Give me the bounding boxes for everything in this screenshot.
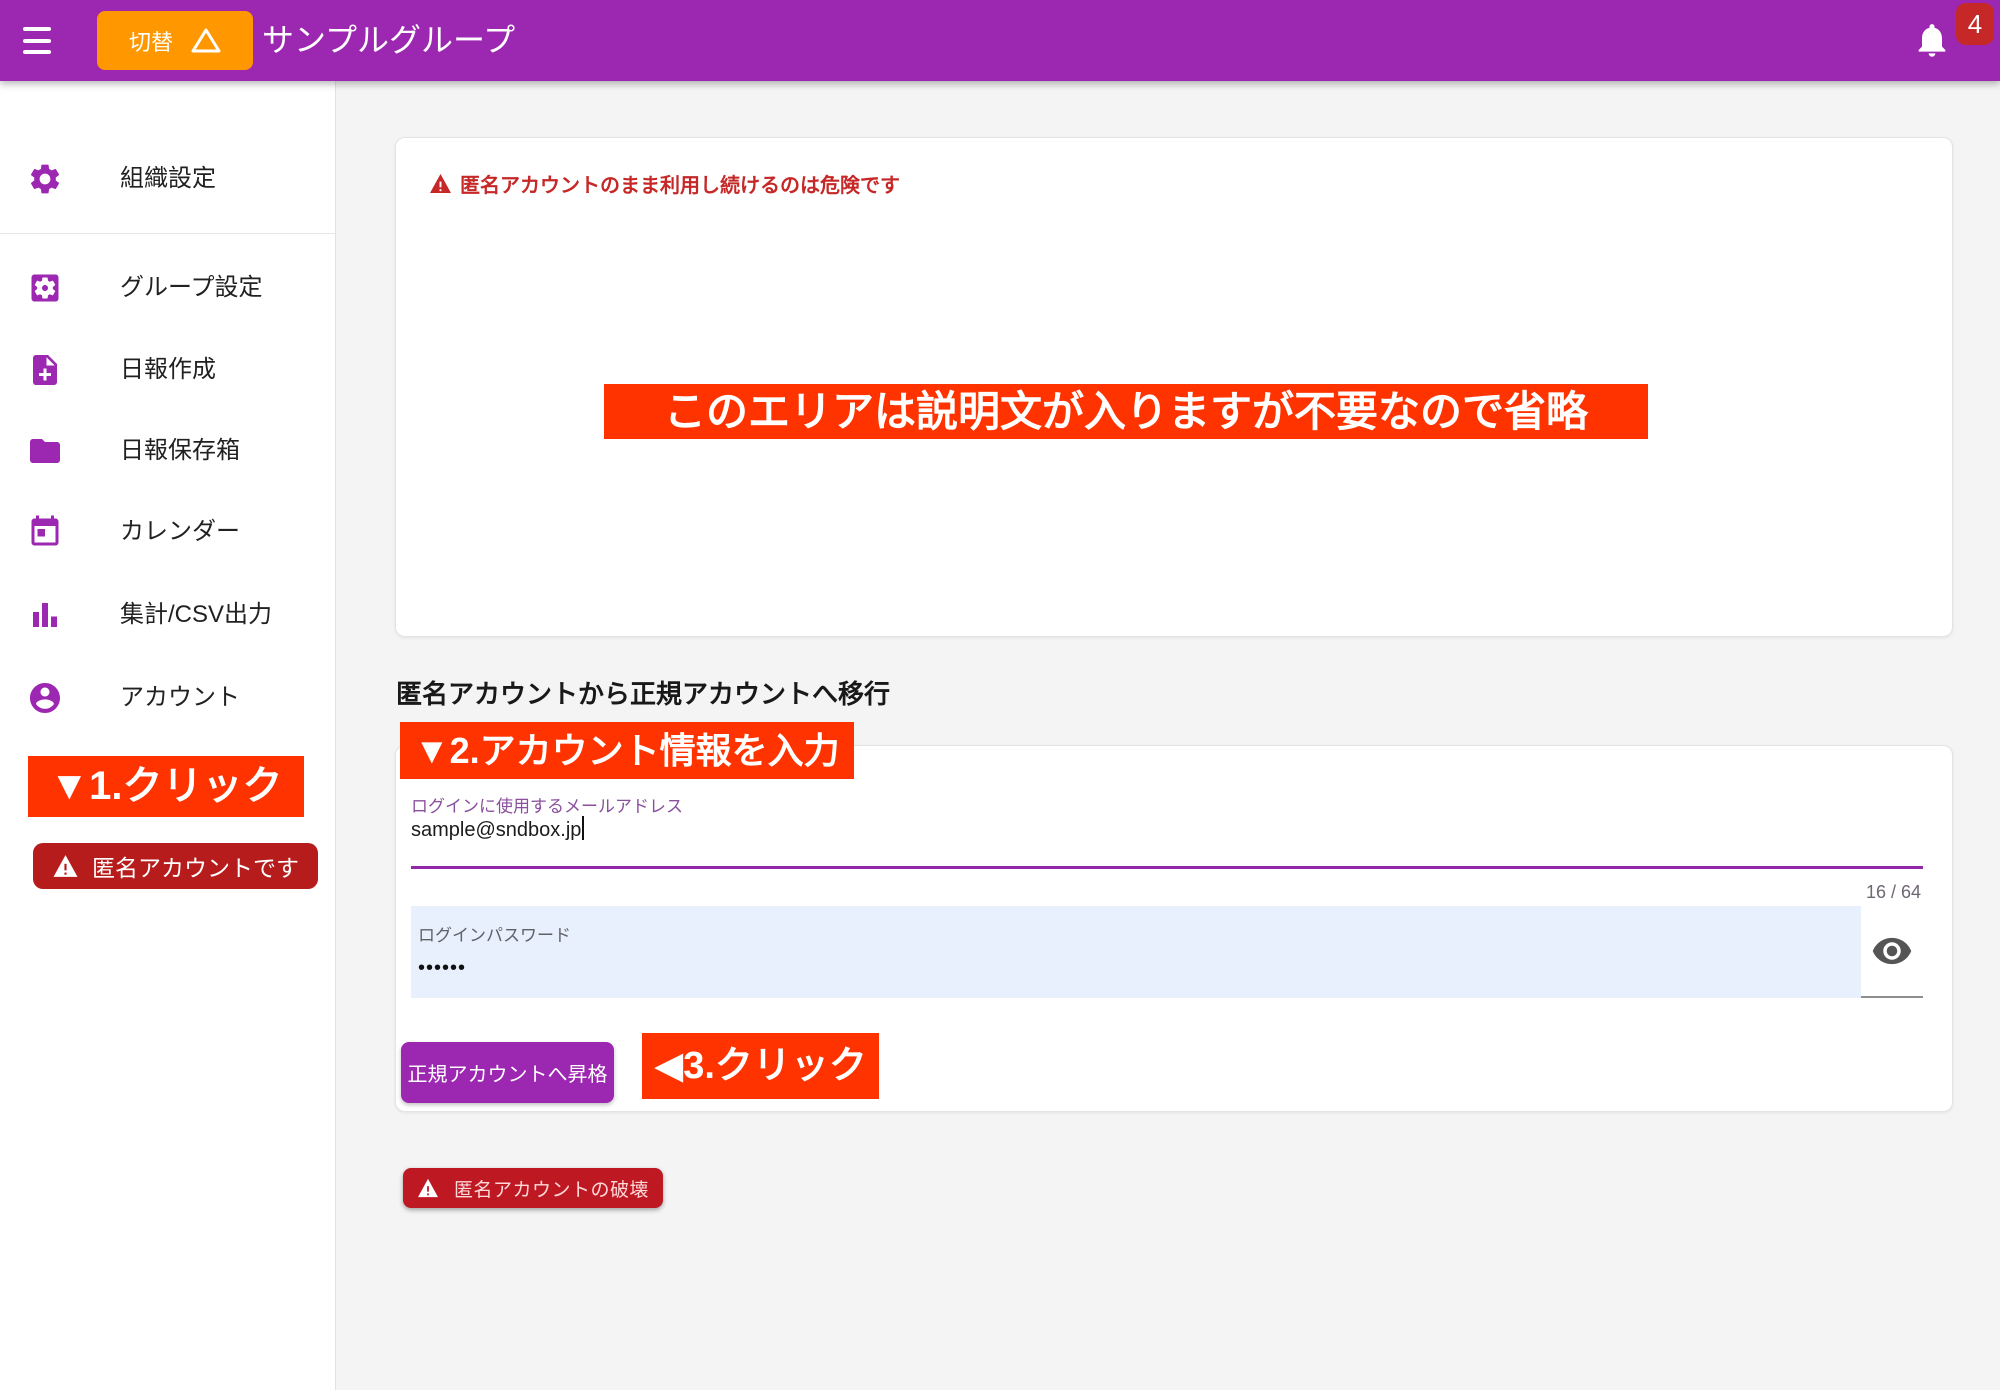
email-input-value: sample@sndbox.jp [411,819,581,841]
info-card: 匿名アカウントのまま利用し続けるのは危険です このエリアは説明文が入りますが不要… [395,137,1953,637]
password-input[interactable]: ログインパスワード •••••• [411,906,1861,998]
account-form-card: ログインに使用するメールアドレス sample@sndbox.jp 16 / 6… [395,745,1953,1112]
annotation-step2: ▼2.アカウント情報を入力 [400,722,854,779]
annotation-step3: ◀3.クリック [642,1033,879,1099]
switch-button-label: 切替 [129,25,173,57]
warning-triangle-icon [429,173,452,194]
warning-triangle-icon [417,1178,439,1198]
sidebar-item-label: グループ設定 [120,264,263,312]
sidebar-item-label: 日報保存箱 [120,427,240,475]
destroy-account-button[interactable]: 匿名アカウントの破壊 [403,1168,663,1208]
password-field: ログインパスワード •••••• [411,906,1923,998]
notification-badge: 4 [1956,3,1994,45]
danger-warning-text: 匿名アカウントのまま利用し続けるのは危険です [460,169,900,198]
omitted-description-banner: このエリアは説明文が入りますが不要なので省略 [604,384,1648,439]
sidebar-item-organization-settings[interactable]: 組織設定 [0,155,336,203]
gear-icon [27,161,63,197]
sidebar-item-label: 集計/CSV出力 [120,591,272,639]
page-title: サンプルグループ [262,0,515,81]
switch-button[interactable]: 切替 [97,11,253,70]
password-suffix [1861,906,1923,998]
app-root: 切替 サンプルグループ 4 組織設定 グループ設定 [0,0,2000,1390]
sidebar-item-group-settings[interactable]: グループ設定 [0,264,336,312]
note-add-icon [27,352,63,388]
warning-triangle-icon [52,854,79,878]
folder-icon [27,433,63,469]
sidebar-divider [0,233,336,234]
sidebar-item-report-storage[interactable]: 日報保存箱 [0,427,336,475]
toggle-password-visibility-icon[interactable] [1871,930,1913,972]
password-input-value: •••••• [418,957,1861,980]
sidebar-item-account[interactable]: アカウント [0,674,336,722]
calendar-icon [27,514,63,550]
gear-square-icon [27,270,63,306]
text-cursor [582,816,584,840]
sidebar-item-label: 組織設定 [120,155,216,203]
sidebar-item-label: カレンダー [120,508,240,556]
app-header: 切替 サンプルグループ 4 [0,0,2000,81]
anonymous-account-badge-label: 匿名アカウントです [92,849,299,883]
account-circle-icon [27,680,63,716]
warning-triangle-outline-icon [191,27,221,54]
anonymous-account-badge: 匿名アカウントです [33,843,318,889]
bar-chart-icon [27,597,63,633]
email-input[interactable]: sample@sndbox.jp [411,816,584,842]
notification-bell-icon[interactable] [1912,20,1952,60]
sidebar-item-label: アカウント [120,674,240,722]
email-label: ログインに使用するメールアドレス [411,792,683,817]
section-title: 匿名アカウントから正規アカウントへ移行 [396,674,890,711]
sidebar-item-csv-export[interactable]: 集計/CSV出力 [0,591,336,639]
annotation-step1: ▼1.クリック [28,756,304,817]
menu-icon[interactable] [23,27,53,54]
password-label: ログインパスワード [418,921,1861,946]
email-char-counter: 16 / 64 [1866,882,1921,903]
sidebar: 組織設定 グループ設定 日報作成 日報保存箱 カレンダー [0,81,336,1390]
destroy-account-button-label: 匿名アカウントの破壊 [454,1175,649,1202]
email-field-underline [411,866,1923,869]
sidebar-item-label: 日報作成 [120,346,216,394]
danger-warning: 匿名アカウントのまま利用し続けるのは危険です [429,169,900,198]
promote-account-button[interactable]: 正規アカウントへ昇格 [401,1042,614,1103]
sidebar-item-calendar[interactable]: カレンダー [0,508,336,556]
sidebar-item-create-daily-report[interactable]: 日報作成 [0,346,336,394]
